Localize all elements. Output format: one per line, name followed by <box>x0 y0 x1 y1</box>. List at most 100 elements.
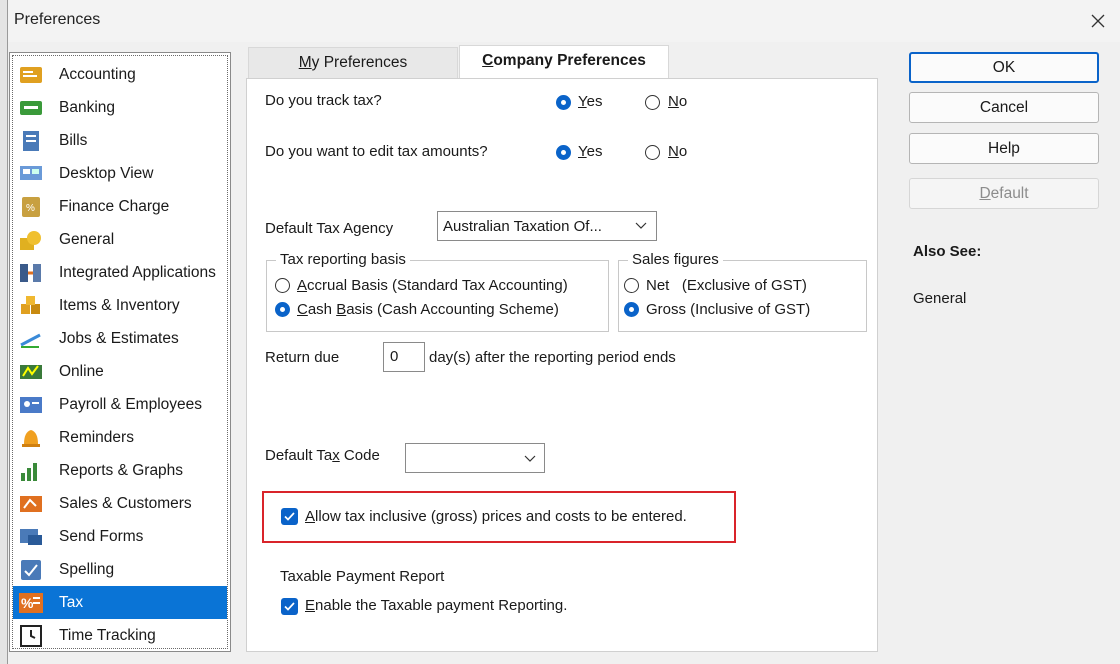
sidebar-item-label: Jobs & Estimates <box>59 329 179 347</box>
sidebar-item-time-tracking[interactable]: Time Tracking <box>13 619 227 652</box>
track-tax-yes-label[interactable]: Yes <box>578 93 602 110</box>
allow-tax-inclusive-label[interactable]: Allow tax inclusive (gross) prices and c… <box>305 508 687 525</box>
tab-label: ompany Preferences <box>493 52 646 69</box>
return-due-suffix: day(s) after the reporting period ends <box>429 349 676 366</box>
sidebar-item-label: Bills <box>59 131 88 149</box>
edit-tax-yes-label[interactable]: Yes <box>578 143 602 160</box>
default-tax-code-label: Default Tax Code <box>265 447 380 464</box>
sidebar-item-jobs-estimates[interactable]: Jobs & Estimates <box>13 322 227 355</box>
close-icon <box>1091 14 1105 28</box>
sidebar-item-payroll-employees[interactable]: Payroll & Employees <box>13 388 227 421</box>
sidebar-item-online[interactable]: Online <box>13 355 227 388</box>
sidebar-item-label: Reminders <box>59 428 134 446</box>
sidebar-item-desktop-view[interactable]: Desktop View <box>13 157 227 190</box>
sales-figures-group <box>618 260 867 332</box>
tax-reporting-basis-group <box>266 260 609 332</box>
sidebar-item-general[interactable]: General <box>13 223 227 256</box>
integrated-applications-icon <box>17 261 45 285</box>
sidebar-item-label: Accounting <box>59 65 136 83</box>
sidebar-item-tax[interactable]: % Tax <box>13 586 227 619</box>
checkmark-icon <box>284 602 295 611</box>
cash-basis-radio[interactable] <box>275 302 290 317</box>
tab-my-preferences[interactable]: My Preferences <box>248 47 458 78</box>
title-bar: Preferences <box>8 0 1120 42</box>
sidebar-item-spelling[interactable]: Spelling <box>13 553 227 586</box>
preferences-category-list[interactable]: Accounting Banking Bills Desktop View% Finan… <box>9 52 231 652</box>
sidebar-item-label: Reports & Graphs <box>59 461 184 479</box>
net-label[interactable]: Net (Exclusive of GST) <box>646 277 807 294</box>
finance-charge-icon: % <box>17 195 45 219</box>
checkmark-icon <box>284 512 295 521</box>
sidebar-item-label: General <box>59 230 115 248</box>
sales-customers-icon <box>17 492 45 516</box>
default-tax-agency-label: Default Tax Agency <box>265 220 394 237</box>
gross-label[interactable]: Gross (Inclusive of GST) <box>646 301 810 318</box>
default-tax-agency-value: Australian Taxation Of... <box>443 218 602 235</box>
sidebar-item-integrated-applications[interactable]: Integrated Applications <box>13 256 227 289</box>
ok-button[interactable]: OK <box>909 52 1099 83</box>
chevron-down-icon <box>635 222 647 229</box>
sidebar-item-label: Banking <box>59 98 116 116</box>
help-button[interactable]: Help <box>909 133 1099 164</box>
enable-taxable-payment-checkbox[interactable] <box>281 598 298 615</box>
items-inventory-icon <box>17 294 45 318</box>
edit-tax-no-radio[interactable] <box>645 145 660 160</box>
net-radio[interactable] <box>624 278 639 293</box>
default-button[interactable]: Default <box>909 178 1099 209</box>
sidebar-item-label: Items & Inventory <box>59 296 180 314</box>
sidebar-item-label: Sales & Customers <box>59 494 192 512</box>
sidebar-item-label: Spelling <box>59 560 115 578</box>
tax-reporting-basis-legend: Tax reporting basis <box>276 251 410 268</box>
default-tax-code-dropdown[interactable] <box>405 443 545 473</box>
tab-label-mnemonic: M <box>298 54 312 71</box>
sidebar-item-label: Time Tracking <box>59 626 156 644</box>
sidebar-item-label: Tax <box>59 593 84 611</box>
bills-icon <box>17 129 45 153</box>
tab-company-preferences[interactable]: Company Preferences <box>459 45 669 79</box>
track-tax-yes-radio[interactable] <box>556 95 571 110</box>
gross-radio[interactable] <box>624 302 639 317</box>
track-tax-no-radio[interactable] <box>645 95 660 110</box>
enable-taxable-payment-label[interactable]: Enable the Taxable payment Reporting. <box>305 597 567 614</box>
default-tax-agency-dropdown[interactable]: Australian Taxation Of... <box>437 211 657 241</box>
tax-icon: % <box>17 591 45 615</box>
sidebar-item-sales-customers[interactable]: Sales & Customers <box>13 487 227 520</box>
sidebar-item-reports-graphs[interactable]: Reports & Graphs <box>13 454 227 487</box>
close-button[interactable] <box>1082 6 1114 36</box>
cancel-button[interactable]: Cancel <box>909 92 1099 123</box>
background-app-edge <box>0 0 7 664</box>
spelling-icon <box>17 558 45 582</box>
cash-basis-label[interactable]: Cash Basis (Cash Accounting Scheme) <box>297 301 559 318</box>
track-tax-question: Do you track tax? <box>265 92 382 109</box>
tab-label: y Preferences <box>311 54 408 71</box>
sidebar-item-finance-charge[interactable]: % Finance Charge <box>13 190 227 223</box>
sidebar-item-label: Online <box>59 362 104 380</box>
return-due-value: 0 <box>390 348 399 365</box>
sidebar-item-accounting[interactable]: Accounting <box>13 58 227 91</box>
desktop-view-icon <box>17 162 45 186</box>
sidebar-item-reminders[interactable]: Reminders <box>13 421 227 454</box>
allow-tax-inclusive-checkbox[interactable] <box>281 508 298 525</box>
edit-tax-question: Do you want to edit tax amounts? <box>265 143 488 160</box>
category-list-inner: Accounting Banking Bills Desktop View% Finan… <box>12 55 228 649</box>
svg-text:%: % <box>21 595 34 611</box>
jobs-estimates-icon <box>17 327 45 351</box>
general-icon <box>17 228 45 252</box>
send-forms-icon <box>17 525 45 549</box>
track-tax-no-label[interactable]: No <box>668 93 687 110</box>
return-due-input[interactable]: 0 <box>383 342 425 372</box>
accounting-icon <box>17 63 45 87</box>
edit-tax-yes-radio[interactable] <box>556 145 571 160</box>
sidebar-item-items-inventory[interactable]: Items & Inventory <box>13 289 227 322</box>
svg-text:%: % <box>26 203 35 214</box>
edit-tax-no-label[interactable]: No <box>668 143 687 160</box>
accrual-basis-label[interactable]: Accrual Basis (Standard Tax Accounting) <box>297 277 568 294</box>
accrual-basis-radio[interactable] <box>275 278 290 293</box>
sidebar-item-bills[interactable]: Bills <box>13 124 227 157</box>
sidebar-item-banking[interactable]: Banking <box>13 91 227 124</box>
also-see-heading: Also See: <box>913 243 982 260</box>
sidebar-item-label: Finance Charge <box>59 197 170 215</box>
also-see-general-link[interactable]: General <box>913 290 966 307</box>
sidebar-item-send-forms[interactable]: Send Forms <box>13 520 227 553</box>
sales-figures-legend: Sales figures <box>628 251 723 268</box>
